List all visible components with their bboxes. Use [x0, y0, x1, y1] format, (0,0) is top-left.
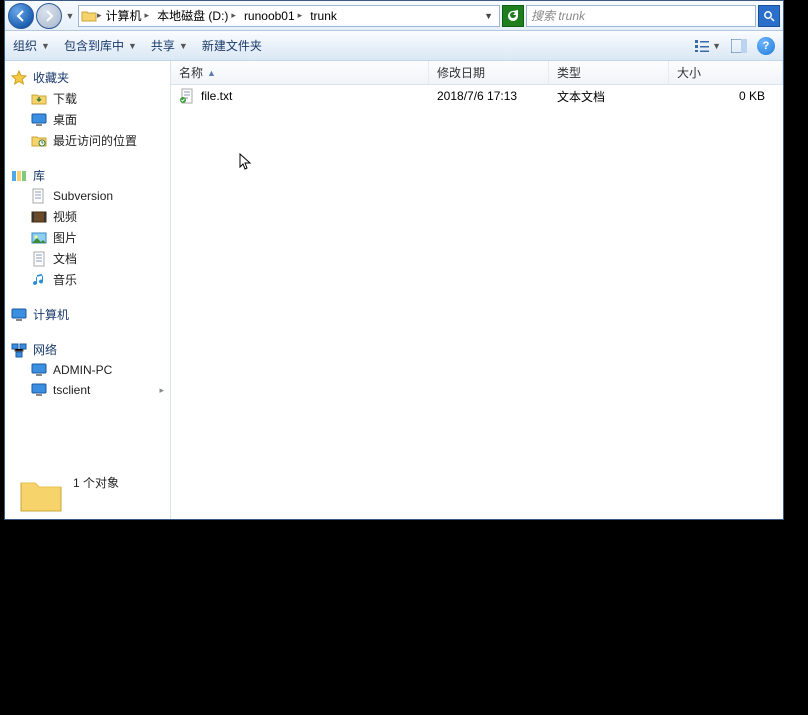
sidebar-item[interactable]: Subversion — [5, 186, 170, 206]
breadcrumb: runoob01 ▸ — [240, 6, 306, 26]
file-list: 名称 ▲ 修改日期 类型 大小 file.txt 2018/7/6 17:13 … — [171, 61, 783, 519]
new-folder-button[interactable]: 新建文件夹 — [202, 37, 262, 54]
search-input[interactable]: 搜索 trunk — [526, 5, 756, 27]
star-icon — [11, 70, 27, 86]
folder-icon — [81, 8, 97, 24]
sidebar-item[interactable]: 文档 — [5, 248, 170, 269]
libraries-group[interactable]: 库 — [5, 165, 170, 186]
back-button[interactable] — [8, 3, 34, 29]
file-row[interactable]: file.txt 2018/7/6 17:13 文本文档 0 KB — [171, 85, 783, 107]
sidebar-item[interactable]: 桌面 — [5, 109, 170, 130]
view-mode-button[interactable]: ▼ — [694, 39, 721, 53]
history-dropdown[interactable]: ▼ — [64, 3, 76, 29]
libraries-icon — [11, 168, 27, 184]
recent-icon — [31, 133, 47, 149]
status-text: 1 个对象 — [73, 474, 119, 491]
video-icon — [31, 209, 47, 225]
sidebar-item[interactable]: 图片 — [5, 227, 170, 248]
column-name[interactable]: 名称 ▲ — [171, 61, 429, 84]
computer-icon — [31, 362, 47, 378]
share-menu[interactable]: 共享 ▼ — [151, 37, 188, 54]
toolbar: 组织 ▼ 包含到库中 ▼ 共享 ▼ 新建文件夹 ▼ ? — [5, 31, 783, 61]
network-group[interactable]: 网络 — [5, 339, 170, 360]
refresh-button[interactable] — [502, 5, 524, 27]
column-size[interactable]: 大小 — [669, 61, 783, 84]
navigation-pane: 收藏夹 下载 桌面 最近访问的位置 库 Subversion 视频 图片 文档 … — [5, 61, 171, 519]
breadcrumb: trunk — [306, 6, 341, 26]
breadcrumb-bar[interactable]: ▸ 计算机 ▸ 本地磁盘 (D:) ▸ runoob01 ▸ trunk ▼ — [78, 5, 500, 27]
help-button[interactable]: ? — [757, 37, 775, 55]
search-button[interactable] — [758, 5, 780, 27]
folder-large-icon — [19, 475, 63, 515]
computer-icon — [11, 307, 27, 323]
sidebar-item[interactable]: tsclient▸ — [5, 380, 170, 400]
include-in-library-menu[interactable]: 包含到库中 ▼ — [64, 37, 137, 54]
explorer-window: ▼ ▸ 计算机 ▸ 本地磁盘 (D:) ▸ runoob01 ▸ trunk ▼… — [4, 0, 784, 520]
desktop-icon — [31, 112, 47, 128]
column-date[interactable]: 修改日期 — [429, 61, 549, 84]
forward-button[interactable] — [36, 3, 62, 29]
breadcrumb: 计算机 ▸ — [102, 6, 154, 26]
column-headers: 名称 ▲ 修改日期 类型 大小 — [171, 61, 783, 85]
body: 收藏夹 下载 桌面 最近访问的位置 库 Subversion 视频 图片 文档 … — [5, 61, 783, 519]
text-file-icon — [179, 88, 195, 104]
breadcrumb: 本地磁盘 (D:) ▸ — [153, 6, 240, 26]
sidebar-item[interactable]: 下载 — [5, 88, 170, 109]
sidebar-item[interactable]: 视频 — [5, 206, 170, 227]
sidebar-item[interactable]: 最近访问的位置 — [5, 130, 170, 151]
download-icon — [31, 91, 47, 107]
computer-group[interactable]: 计算机 — [5, 304, 170, 325]
address-bar: ▼ ▸ 计算机 ▸ 本地磁盘 (D:) ▸ runoob01 ▸ trunk ▼… — [5, 1, 783, 31]
preview-pane-button[interactable] — [731, 39, 747, 53]
sidebar-item[interactable]: 音乐 — [5, 269, 170, 290]
column-type[interactable]: 类型 — [549, 61, 669, 84]
pictures-icon — [31, 230, 47, 246]
path-dropdown[interactable]: ▼ — [480, 11, 497, 21]
favorites-group[interactable]: 收藏夹 — [5, 67, 170, 88]
documents-icon — [31, 251, 47, 267]
organize-menu[interactable]: 组织 ▼ — [13, 37, 50, 54]
music-icon — [31, 272, 47, 288]
sidebar-item[interactable]: ADMIN-PC — [5, 360, 170, 380]
svn-icon — [31, 188, 47, 204]
computer-icon — [31, 382, 47, 398]
cursor-icon — [239, 153, 253, 171]
network-icon — [11, 342, 27, 358]
